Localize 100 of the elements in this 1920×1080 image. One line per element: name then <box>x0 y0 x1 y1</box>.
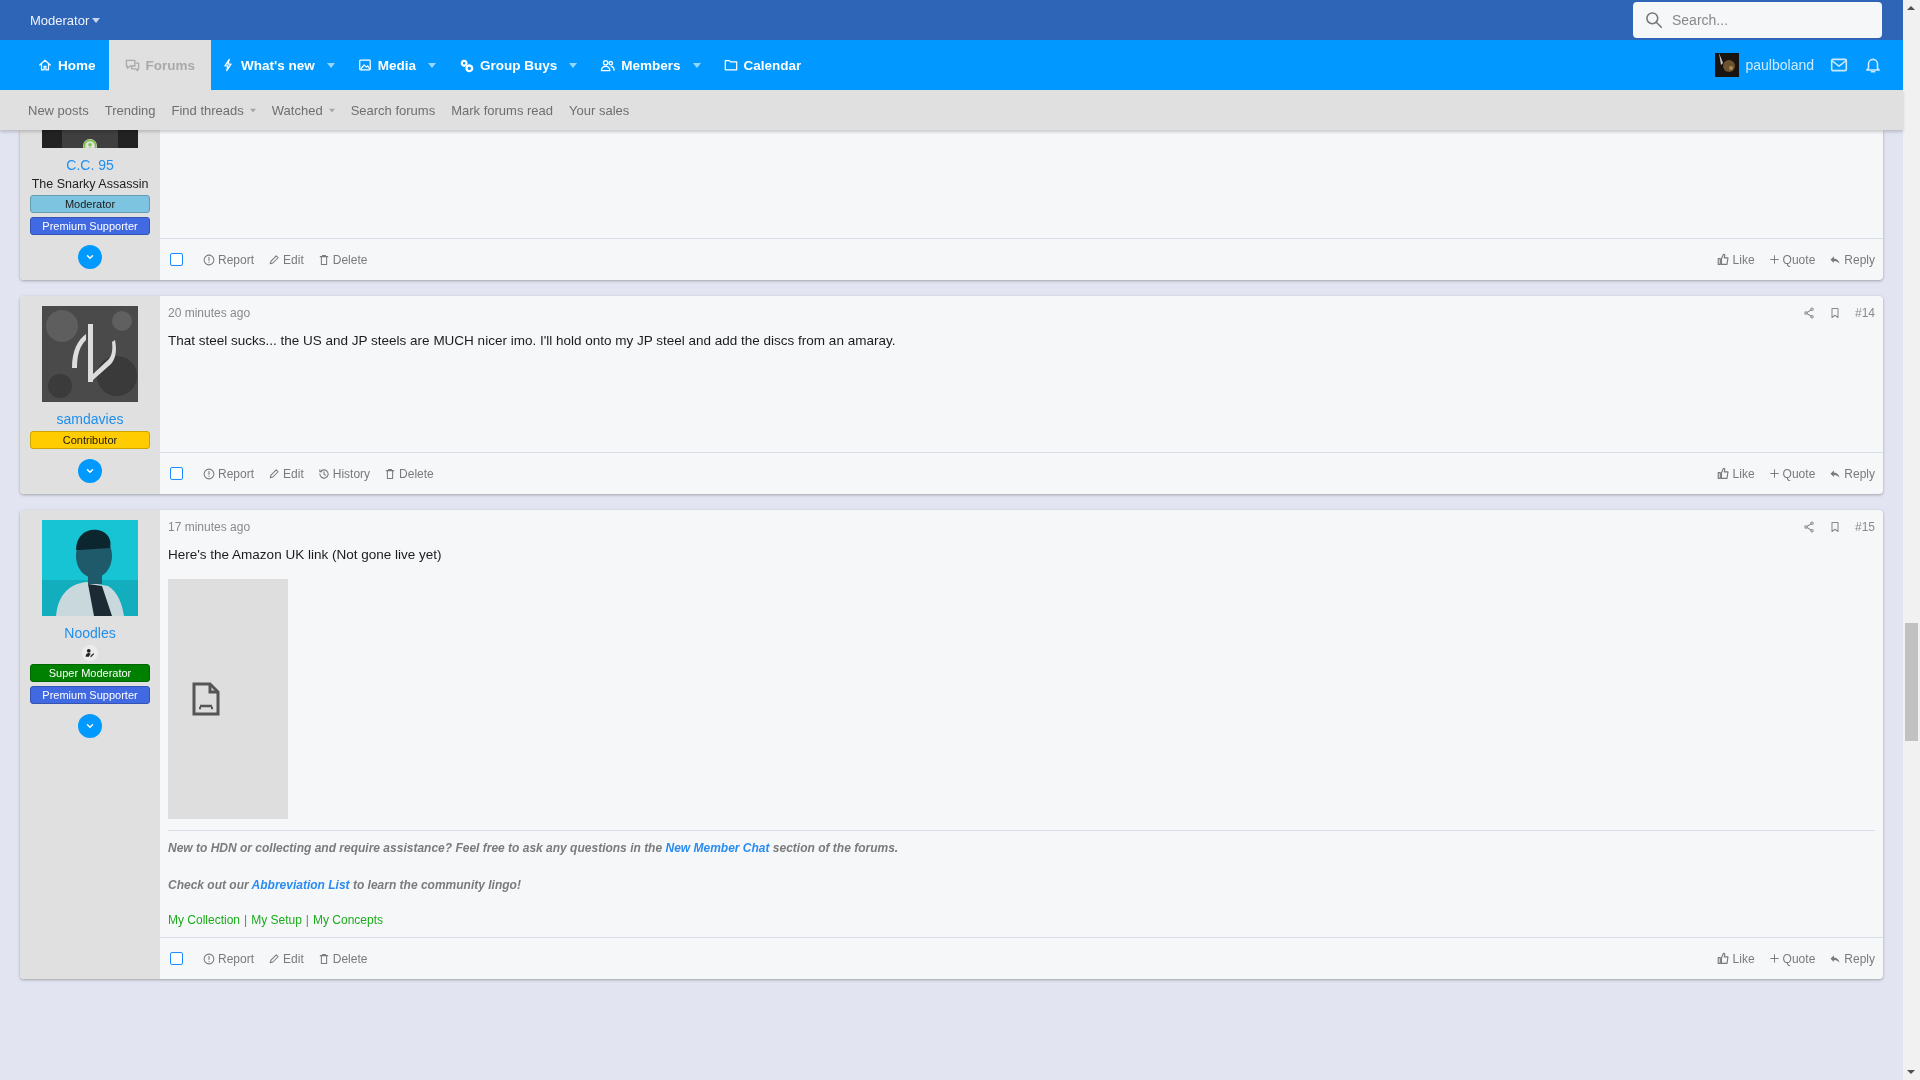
nav-tab[interactable]: Members <box>590 40 714 90</box>
bookmark-icon <box>1828 521 1841 533</box>
role-badge: Moderator <box>30 195 150 213</box>
caret-icon <box>249 107 256 113</box>
share-icon <box>1802 307 1815 319</box>
post-number-link[interactable]: #14 <box>1854 306 1875 320</box>
plus-icon <box>1768 468 1780 479</box>
history-icon <box>317 467 330 480</box>
alert-circle-icon <box>203 952 215 965</box>
chevron-down-icon <box>85 721 95 731</box>
caret-icon <box>92 17 101 23</box>
thumbs-up-icon <box>1716 952 1730 965</box>
nav-tab[interactable]: What's new <box>211 40 348 90</box>
search-field[interactable]: Search... <box>1633 2 1882 38</box>
select-checkbox[interactable] <box>170 253 183 266</box>
edit-button[interactable]: Edit <box>268 466 304 481</box>
signature-link[interactable]: My Setup <box>251 913 302 927</box>
sub-nav-link[interactable]: Watched <box>271 102 335 118</box>
scrollbar[interactable] <box>1903 0 1920 1080</box>
sub-nav-link[interactable]: Your sales <box>569 102 630 118</box>
pencil-icon <box>268 253 281 266</box>
role-badge: Super Moderator <box>30 664 150 682</box>
sub-nav-link[interactable]: Mark forums read <box>451 102 554 118</box>
post-date[interactable]: 20 minutes ago <box>168 306 251 320</box>
signature-link[interactable]: Abbreviation List <box>251 878 350 892</box>
bookmark-button[interactable] <box>1828 521 1841 533</box>
signature-link[interactable]: My Collection <box>168 913 241 927</box>
history-button[interactable]: History <box>317 466 371 481</box>
bell-icon <box>1864 56 1882 74</box>
image-icon <box>357 58 372 72</box>
like-button[interactable]: Like <box>1716 252 1755 267</box>
thumbs-up-icon <box>1716 253 1730 266</box>
post-number-link[interactable]: #15 <box>1854 520 1875 534</box>
report-button[interactable]: Report <box>203 466 255 481</box>
search-icon <box>1645 11 1663 29</box>
mail-icon <box>1830 56 1848 74</box>
nav-tab[interactable]: Calendar <box>713 40 815 90</box>
select-checkbox[interactable] <box>170 467 183 480</box>
role-badge: Premium Supporter <box>30 686 150 704</box>
select-checkbox[interactable] <box>170 952 183 965</box>
role-badge: Contributor <box>30 431 150 449</box>
reply-button[interactable]: Reply <box>1829 951 1875 966</box>
sub-nav-link[interactable]: New posts <box>28 102 89 118</box>
chat-bubbles-icon <box>124 57 140 73</box>
trash-icon <box>317 952 330 965</box>
role-badge: Premium Supporter <box>30 217 150 235</box>
share-icon <box>1802 521 1815 533</box>
post-date[interactable]: 17 minutes ago <box>168 520 251 534</box>
expand-button[interactable] <box>78 245 102 269</box>
share-button[interactable] <box>1802 307 1815 319</box>
report-button[interactable]: Report <box>203 252 255 267</box>
reply-button[interactable]: Reply <box>1829 252 1875 267</box>
signature-link[interactable]: New Member Chat <box>665 841 770 855</box>
separator-text: | <box>305 913 309 927</box>
chevron-down-icon <box>85 252 95 262</box>
edit-button[interactable]: Edit <box>268 951 304 966</box>
broken-image-icon <box>192 682 220 716</box>
folder-icon <box>723 58 738 72</box>
quote-button[interactable]: Quote <box>1768 252 1816 267</box>
username-link[interactable]: Noodles <box>64 624 116 642</box>
home-icon <box>38 58 52 72</box>
username-link[interactable]: C.C. 95 <box>66 156 114 174</box>
bookmark-icon <box>1828 307 1841 319</box>
username-link[interactable]: samdavies <box>56 410 124 428</box>
sub-nav-link[interactable]: Find threads <box>171 102 256 118</box>
plus-icon <box>1768 254 1780 265</box>
edit-button[interactable]: Edit <box>268 252 304 267</box>
trash-icon <box>384 467 397 480</box>
like-button[interactable]: Like <box>1716 466 1755 481</box>
delete-button[interactable]: Delete <box>384 466 434 481</box>
expand-button[interactable] <box>78 459 102 483</box>
account-link[interactable]: paulboland <box>1715 53 1814 77</box>
nav-tab[interactable]: Media <box>347 40 449 90</box>
delete-button[interactable]: Delete <box>317 951 368 966</box>
nav-tab[interactable]: Group Buys <box>449 40 591 90</box>
report-button[interactable]: Report <box>203 951 255 966</box>
pencil-icon <box>268 467 281 480</box>
signature-text: New to HDN or collecting and require assistance? Feel free to ask any questions in the New Member Chat section of the forums. <box>168 840 900 857</box>
moderator-menu[interactable]: Moderator <box>30 12 101 28</box>
caret-icon <box>428 62 436 68</box>
thumbs-up-icon <box>1716 467 1730 480</box>
reply-button[interactable]: Reply <box>1829 466 1875 481</box>
signature-link[interactable]: My Concepts <box>313 913 383 927</box>
caret-icon <box>692 62 701 68</box>
sub-nav-link[interactable]: Search forums <box>350 102 436 118</box>
alert-circle-icon <box>203 467 215 480</box>
chevron-down-icon <box>85 466 95 476</box>
share-button[interactable] <box>1802 521 1815 533</box>
bookmark-button[interactable] <box>1828 307 1841 319</box>
nav-tab[interactable]: Home <box>28 40 109 90</box>
sub-nav-link[interactable]: Trending <box>104 102 156 118</box>
post-text: That steel sucks... the US and JP steels are MUCH nicer imo. I'll hold onto my JP steel and add the discs from an amaray. <box>168 333 897 348</box>
post-text: Here's the Amazon UK link (Not gone live yet) <box>168 547 443 562</box>
caret-icon <box>326 62 335 68</box>
delete-button[interactable]: Delete <box>317 252 368 267</box>
quote-button[interactable]: Quote <box>1768 466 1816 481</box>
like-button[interactable]: Like <box>1716 951 1755 966</box>
quote-button[interactable]: Quote <box>1768 951 1816 966</box>
expand-button[interactable] <box>78 714 102 738</box>
caret-icon <box>569 62 578 68</box>
